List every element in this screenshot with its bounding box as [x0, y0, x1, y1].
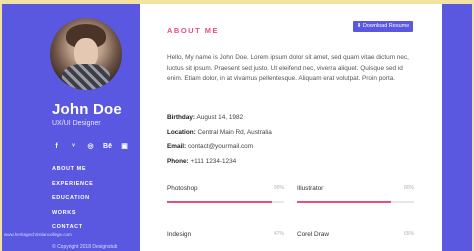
avatar [50, 18, 122, 90]
nav-item-about-me[interactable]: ABOUT ME [52, 165, 93, 180]
info-label: Phone: [167, 157, 189, 165]
skill-percent: 47% [273, 231, 284, 237]
twitter-icon[interactable]: ᵛ [69, 142, 78, 151]
info-value: Central Main Rd, Australia [197, 128, 272, 136]
facebook-icon[interactable]: f [52, 142, 61, 151]
skill-track [297, 201, 414, 203]
skill-percent: 65% [403, 231, 414, 237]
info-label: Location: [167, 128, 196, 136]
section-title: ABOUT ME [167, 26, 219, 35]
copyright: © Copyright 2018 Designstub [52, 244, 118, 250]
profile-name: John Doe [52, 101, 122, 118]
skill-percent: 80% [403, 185, 414, 191]
social-links: f ᵛ ◎ Bē ▣ [52, 142, 129, 151]
skill-corel-draw: Corel Draw 65% [297, 231, 414, 238]
info-email: Email: contact@yourmail.com [167, 143, 272, 158]
info-birthday: Birthday: August 14, 1982 [167, 114, 272, 129]
skill-fill [167, 201, 273, 203]
info-label: Birthday: [167, 114, 196, 121]
skill-name: Illustrator [297, 185, 324, 192]
info-label: Email: [167, 143, 187, 150]
skill-name: Corel Draw [297, 231, 329, 238]
skill-indesign: Indesign 47% [167, 231, 284, 238]
skill-track [167, 201, 284, 203]
main-content: ABOUT ME ⬇ Download Resume Hello, My nam… [140, 4, 442, 251]
nav-item-experience[interactable]: EXPERIENCE [52, 180, 93, 195]
nav-item-works[interactable]: WORKS [52, 209, 93, 224]
watermark: www.heritagechristiancollege.com [4, 232, 72, 237]
skill-name: Photoshop [167, 185, 198, 192]
profile-role: UX/UI Designer [52, 120, 101, 127]
info-location: Location: Central Main Rd, Australia [167, 129, 272, 144]
download-resume-button[interactable]: ⬇ Download Resume [353, 21, 413, 32]
info-value[interactable]: contact@yourmail.com [188, 143, 253, 150]
flickr-icon[interactable]: ▣ [120, 142, 129, 151]
skill-fill [297, 201, 391, 203]
dribbble-icon[interactable]: ◎ [86, 142, 95, 151]
personal-info: Birthday: August 14, 1982 Location: Cent… [167, 114, 272, 172]
skill-percent: 90% [273, 185, 284, 191]
sidebar-nav: ABOUT ME EXPERIENCE EDUCATION WORKS CONT… [52, 165, 93, 238]
sidebar: John Doe UX/UI Designer f ᵛ ◎ Bē ▣ ABOUT… [2, 4, 140, 251]
right-band [442, 4, 472, 251]
info-value: August 14, 1982 [196, 114, 244, 121]
info-phone: Phone: +111 1234-1234 [167, 158, 272, 173]
behance-icon[interactable]: Bē [103, 142, 112, 151]
skill-illustrator: Illustrator 80% [297, 185, 414, 203]
bio-text: Hello, My name is John Doe. Lorem ipsum … [167, 54, 409, 82]
skill-photoshop: Photoshop 90% [167, 185, 284, 203]
nav-item-education[interactable]: EDUCATION [52, 194, 93, 209]
skill-name: Indesign [167, 231, 192, 238]
avatar-scarf [62, 64, 110, 90]
info-value: +111 1234-1234 [190, 157, 237, 165]
